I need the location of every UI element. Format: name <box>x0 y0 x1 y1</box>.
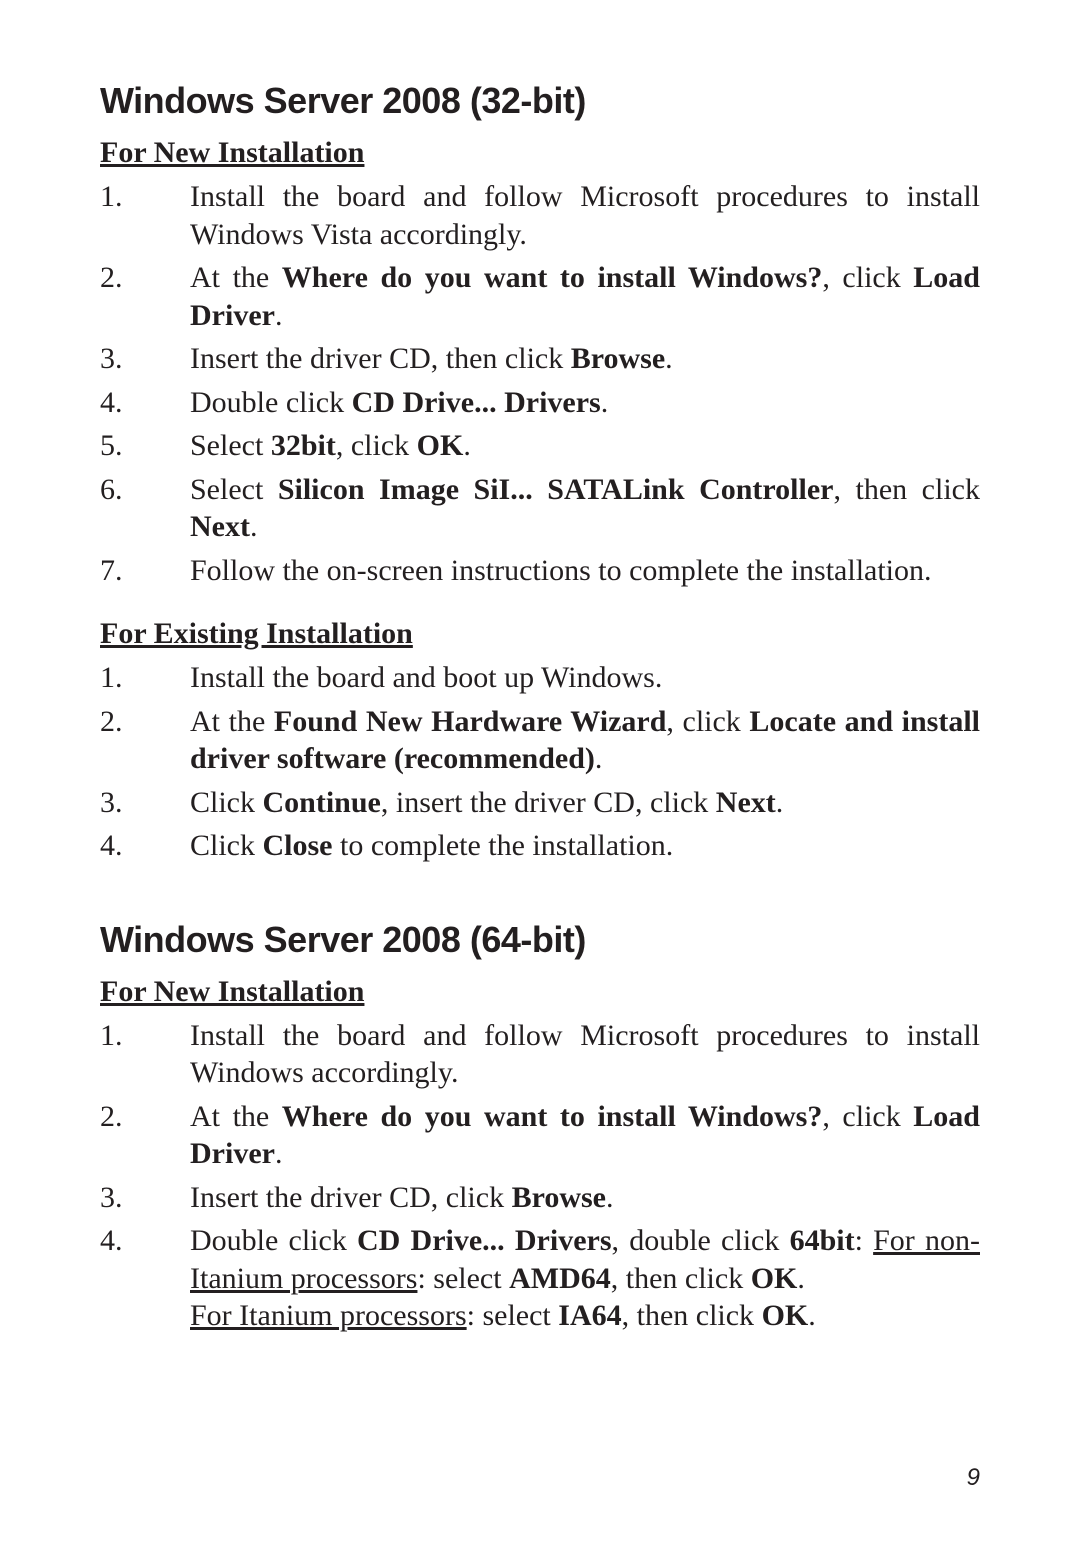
step-text: Insert the driver CD, then click Browse. <box>190 340 980 378</box>
list-item: 3.Click Continue, insert the driver CD, … <box>100 784 980 822</box>
list-item: 1.Install the board and follow Microsoft… <box>100 1017 980 1092</box>
step-text: Follow the on-screen instructions to com… <box>190 552 980 590</box>
list-item: 7.Follow the on-screen instructions to c… <box>100 552 980 590</box>
step-text: At the Where do you want to install Wind… <box>190 1098 980 1173</box>
section-heading: Windows Server 2008 (32-bit) <box>100 80 980 122</box>
step-number: 3. <box>100 784 190 822</box>
step-number: 3. <box>100 1179 190 1217</box>
step-text: Install the board and follow Microsoft p… <box>190 178 980 253</box>
step-text: At the Found New Hardware Wizard, click … <box>190 703 980 778</box>
step-text: Insert the driver CD, click Browse. <box>190 1179 980 1217</box>
list-item: 4.Double click CD Drive... Drivers, doub… <box>100 1222 980 1335</box>
step-number: 1. <box>100 1017 190 1092</box>
list-item: 2.At the Where do you want to install Wi… <box>100 1098 980 1173</box>
step-number: 6. <box>100 471 190 546</box>
step-text: Install the board and follow Microsoft p… <box>190 1017 980 1092</box>
list-item: 5.Select 32bit, click OK. <box>100 427 980 465</box>
step-number: 4. <box>100 384 190 422</box>
step-number: 4. <box>100 1222 190 1335</box>
step-text: At the Where do you want to install Wind… <box>190 259 980 334</box>
step-text: Double click CD Drive... Drivers. <box>190 384 980 422</box>
step-text: Select Silicon Image SiI... SATALink Con… <box>190 471 980 546</box>
subsection-heading: For Existing Installation <box>100 617 980 651</box>
step-number: 1. <box>100 659 190 697</box>
step-number: 4. <box>100 827 190 865</box>
list-item: 2.At the Where do you want to install Wi… <box>100 259 980 334</box>
subsection-heading: For New Installation <box>100 975 980 1009</box>
section-heading: Windows Server 2008 (64-bit) <box>100 919 980 961</box>
list-item: 3.Insert the driver CD, then click Brows… <box>100 340 980 378</box>
step-text: Install the board and boot up Windows. <box>190 659 980 697</box>
subsection-heading: For New Installation <box>100 136 980 170</box>
step-text: Double click CD Drive... Drivers, double… <box>190 1222 980 1335</box>
step-number: 2. <box>100 1098 190 1173</box>
step-list: 1.Install the board and follow Microsoft… <box>100 178 980 589</box>
step-number: 5. <box>100 427 190 465</box>
step-list: 1.Install the board and follow Microsoft… <box>100 1017 980 1335</box>
list-item: 4.Click Close to complete the installati… <box>100 827 980 865</box>
step-number: 7. <box>100 552 190 590</box>
document-page: Windows Server 2008 (32-bit) For New Ins… <box>0 0 1080 1542</box>
list-item: 4.Double click CD Drive... Drivers. <box>100 384 980 422</box>
step-number: 1. <box>100 178 190 253</box>
step-number: 2. <box>100 703 190 778</box>
list-item: 1.Install the board and follow Microsoft… <box>100 178 980 253</box>
step-number: 3. <box>100 340 190 378</box>
step-text: Click Continue, insert the driver CD, cl… <box>190 784 980 822</box>
step-list: 1.Install the board and boot up Windows.… <box>100 659 980 865</box>
page-number: 9 <box>967 1464 980 1492</box>
list-item: 3.Insert the driver CD, click Browse. <box>100 1179 980 1217</box>
step-number: 2. <box>100 259 190 334</box>
list-item: 2.At the Found New Hardware Wizard, clic… <box>100 703 980 778</box>
list-item: 1.Install the board and boot up Windows. <box>100 659 980 697</box>
step-text: Select 32bit, click OK. <box>190 427 980 465</box>
list-item: 6.Select Silicon Image SiI... SATALink C… <box>100 471 980 546</box>
step-text: Click Close to complete the installation… <box>190 827 980 865</box>
